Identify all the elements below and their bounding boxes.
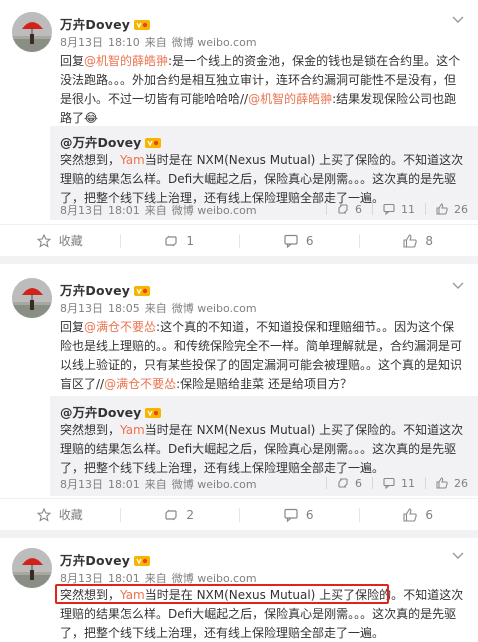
quoted-meta: 8月13日 18:01 来自 微博 weibo.com [60, 204, 257, 217]
post-meta: 8月13日 18:10 来自 微博 weibo.com [60, 34, 262, 50]
mention-link[interactable]: @满仓不要怂 [84, 320, 156, 334]
quoted-text: 突然想到，Yam当时是在 NXM(Nexus Mutual) 上买了保险的。不知… [60, 153, 464, 205]
comment-icon [284, 508, 298, 522]
vip-icon [134, 556, 151, 566]
repost-icon [338, 204, 348, 214]
post-text: 回复@机智的薛皓翀:是一个线上的资金池，保金的钱也是锁在合约里。这个没法跑路。。… [60, 54, 461, 125]
quoted-actions: 6 11 26 [326, 203, 478, 216]
weibo-card: 万卉Dovey 8月13日 18:10 来自 微博 weibo.com 回复@机智的薛… [0, 0, 478, 256]
favorite-icon [36, 507, 51, 522]
quoted-date[interactable]: 8月13日 [60, 204, 103, 217]
quoted-time[interactable]: 18:01 [108, 478, 140, 491]
mention-link[interactable]: @满仓不要怂 [104, 377, 176, 391]
quoted-comment-button[interactable]: 11 [372, 477, 425, 490]
user-name-text[interactable]: 万卉Dovey [60, 553, 130, 568]
avatar-image [12, 12, 52, 52]
quoted-like-button[interactable]: 26 [425, 477, 478, 490]
chevron-down-icon[interactable] [452, 552, 464, 560]
repost-icon [338, 478, 348, 488]
quoted-text: 突然想到，Yam当时是在 NXM(Nexus Mutual) 上买了保险的。不知… [60, 423, 464, 475]
quoted-like-button[interactable]: 26 [425, 203, 478, 216]
vip-icon [134, 20, 151, 30]
quoted-actions: 6 11 26 [326, 477, 478, 490]
avatar[interactable] [12, 548, 52, 588]
user-name[interactable]: 万卉Dovey [60, 550, 151, 569]
mention-link[interactable]: @机智的薛皓翀 [84, 54, 168, 68]
comment-button[interactable]: 6 [239, 225, 359, 256]
source-prefix: 来自 [144, 36, 167, 49]
quoted-author[interactable]: @万卉Dovey [60, 132, 162, 151]
like-icon [403, 233, 418, 248]
user-name[interactable]: 万卉Dovey [60, 280, 151, 299]
post-meta: 8月13日 18:05 来自 微博 weibo.com [60, 300, 262, 316]
post-source[interactable]: 微博 weibo.com [172, 36, 257, 49]
quoted-date[interactable]: 8月13日 [60, 478, 103, 491]
comment-icon [383, 477, 395, 489]
post-source[interactable]: 微博 weibo.com [172, 302, 257, 315]
repost-button[interactable]: 2 [119, 499, 240, 530]
repost-button[interactable]: 1 [119, 225, 240, 256]
user-name-text[interactable]: 万卉Dovey [60, 17, 130, 32]
quoted-source[interactable]: 微博 weibo.com [172, 478, 257, 491]
like-button[interactable]: 8 [358, 225, 478, 256]
avatar[interactable] [12, 12, 52, 52]
avatar[interactable] [12, 278, 52, 318]
chevron-down-icon[interactable] [452, 282, 464, 290]
quoted-meta: 8月13日 18:01 来自 微博 weibo.com [60, 478, 257, 491]
user-name-text[interactable]: 万卉Dovey [60, 283, 130, 298]
quoted-time[interactable]: 18:01 [108, 204, 140, 217]
post-action-bar: 收藏 2 6 6 [0, 498, 478, 530]
quoted-author[interactable]: @万卉Dovey [60, 402, 162, 421]
post-time[interactable]: 18:05 [108, 302, 140, 315]
comment-icon [284, 234, 298, 248]
repost-icon [165, 235, 178, 246]
favorite-button[interactable]: 收藏 [0, 499, 120, 530]
repost-icon [165, 509, 178, 520]
quoted-post[interactable]: @万卉Dovey 突然想到，Yam当时是在 NXM(Nexus Mutual) … [50, 126, 478, 220]
comment-icon [383, 203, 395, 215]
vip-icon [145, 138, 162, 148]
favorite-button[interactable]: 收藏 [0, 225, 120, 256]
keyword-highlight: Yam [120, 423, 145, 437]
highlight-box [55, 584, 389, 604]
avatar-image [12, 548, 52, 588]
post-date[interactable]: 8月13日 [60, 302, 103, 315]
user-name[interactable]: 万卉Dovey [60, 14, 151, 33]
favorite-icon [36, 233, 51, 248]
vip-icon [134, 286, 151, 296]
avatar-image [12, 278, 52, 318]
comment-button[interactable]: 6 [239, 499, 359, 530]
like-icon [436, 477, 448, 489]
quoted-repost-button[interactable]: 6 [326, 477, 372, 490]
post-action-bar: 收藏 1 6 8 [0, 224, 478, 256]
mention-link[interactable]: @机智的薛皓翀 [248, 92, 332, 106]
like-icon [403, 507, 418, 522]
post-time[interactable]: 18:10 [108, 36, 140, 49]
post-date[interactable]: 8月13日 [60, 36, 103, 49]
weibo-card: 万卉Dovey 8月13日 18:05 来自 微博 weibo.com 回复@满仓不要… [0, 264, 478, 530]
like-icon [436, 203, 448, 215]
quoted-repost-button[interactable]: 6 [326, 203, 372, 216]
post-text: 回复@满仓不要怂:这个真的不知道，不知道投保和理赔细节。。因为这个保险也是线上理… [60, 320, 463, 391]
weibo-card: 万卉Dovey 8月13日 18:01 来自 微博 weibo.com 突然想到，Ya… [0, 538, 478, 642]
quoted-source[interactable]: 微博 weibo.com [172, 204, 257, 217]
chevron-down-icon[interactable] [452, 16, 464, 24]
vip-icon [145, 408, 162, 418]
quoted-post[interactable]: @万卉Dovey 突然想到，Yam当时是在 NXM(Nexus Mutual) … [50, 396, 478, 496]
quoted-comment-button[interactable]: 11 [372, 203, 425, 216]
source-prefix: 来自 [144, 302, 167, 315]
like-button[interactable]: 6 [358, 499, 478, 530]
keyword-highlight: Yam [120, 153, 145, 167]
